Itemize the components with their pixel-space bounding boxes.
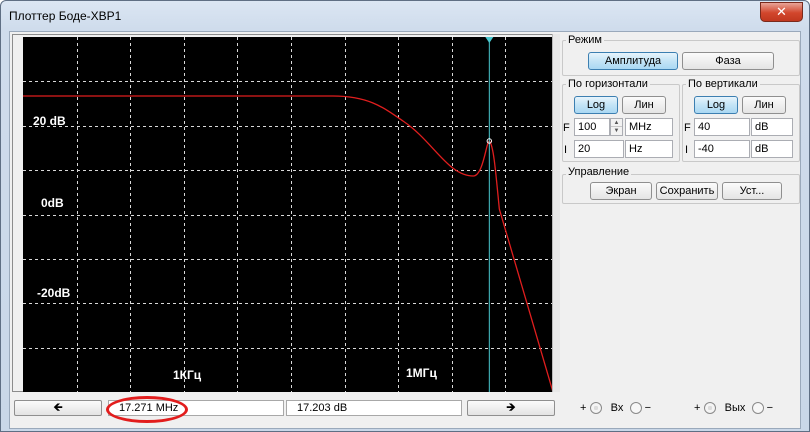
screen-button[interactable]: Экран <box>590 182 652 200</box>
input-terminals: + Вх − <box>580 402 652 415</box>
vertical-final-label: F <box>684 122 691 134</box>
arrow-left-icon: 🡸 <box>53 400 63 414</box>
gain-readout: 17.203 dB <box>286 400 462 416</box>
arrow-right-icon: 🡺 <box>506 400 516 414</box>
close-button[interactable]: ✕ <box>760 2 803 22</box>
plot-scrollbar[interactable] <box>552 34 560 392</box>
spin-down-icon[interactable]: ▼ <box>611 127 622 135</box>
label-minus20db: -20dB <box>37 286 71 300</box>
horizontal-final-spinner[interactable]: ▲ ▼ <box>610 118 623 136</box>
vertical-final-input[interactable]: 40 <box>694 118 750 136</box>
horizontal-final-label: F <box>563 122 570 134</box>
label-20db: 20 dB <box>33 114 66 128</box>
close-icon: ✕ <box>776 4 787 19</box>
control-title: Управление <box>566 166 632 178</box>
horizontal-lin-button[interactable]: Лин <box>622 96 666 114</box>
horizontal-initial-label: I <box>564 144 568 156</box>
output-terminals: + Вых − <box>694 402 774 415</box>
setup-button[interactable]: Уст... <box>722 182 782 200</box>
horizontal-title: По горизонтали <box>566 78 650 90</box>
client-area: 20 dB 0dB -20dB 1КГц 1МГц 🡸 17.271 MHz 1… <box>9 31 801 429</box>
output-minus-label: − <box>766 402 774 414</box>
cursor-bar: 🡸 17.271 MHz 17.203 dB 🡺 <box>12 396 559 423</box>
bode-plotter-window: Плоттер Боде-XBP1 ✕ 20 dB 0dB -20dB 1КГц… <box>0 0 810 432</box>
label-1khz: 1КГц <box>173 368 202 382</box>
input-label: Вх <box>610 402 624 414</box>
output-label: Вых <box>724 402 746 414</box>
input-minus-label: − <box>644 402 652 414</box>
plot-grid <box>23 37 559 392</box>
input-minus-terminal[interactable] <box>629 402 642 415</box>
frequency-value: 17.271 MHz <box>119 402 179 414</box>
cursor-left-button[interactable]: 🡸 <box>14 400 102 416</box>
frequency-readout: 17.271 MHz <box>108 400 284 416</box>
gain-value: 17.203 dB <box>297 402 348 414</box>
input-plus-label: + <box>580 402 587 414</box>
label-0db: 0dB <box>41 196 64 210</box>
vertical-log-button[interactable]: Log <box>694 96 738 114</box>
vertical-title: По вертикали <box>686 78 760 90</box>
bode-plot[interactable]: 20 dB 0dB -20dB 1КГц 1МГц <box>23 37 559 392</box>
horizontal-final-unit[interactable]: MHz <box>625 118 673 136</box>
output-plus-terminal[interactable] <box>703 402 716 415</box>
vertical-initial-label: I <box>685 144 689 156</box>
mode-title: Режим <box>566 34 604 46</box>
save-button[interactable]: Сохранить <box>656 182 718 200</box>
vertical-initial-unit[interactable]: dB <box>751 140 793 158</box>
vertical-initial-input[interactable]: -40 <box>694 140 750 158</box>
window-title: Плоттер Боде-XBP1 <box>9 9 122 23</box>
amplitude-button[interactable]: Амплитуда <box>588 52 678 70</box>
plot-svg: 20 dB 0dB -20dB 1КГц 1МГц <box>23 37 559 392</box>
horizontal-final-input[interactable]: 100 <box>574 118 610 136</box>
vertical-lin-button[interactable]: Лин <box>742 96 786 114</box>
horizontal-initial-unit[interactable]: Hz <box>625 140 673 158</box>
settings-panel: Режим Амплитуда Фаза По горизонтали Log … <box>562 34 800 394</box>
amplitude-trace <box>23 95 554 392</box>
title-bar: Плоттер Боде-XBP1 ✕ <box>1 1 809 29</box>
vertical-final-unit[interactable]: dB <box>751 118 793 136</box>
cursor-right-button[interactable]: 🡺 <box>467 400 555 416</box>
phase-button[interactable]: Фаза <box>682 52 774 70</box>
spin-up-icon[interactable]: ▲ <box>611 119 622 127</box>
cursor-marker-icon[interactable] <box>485 37 494 43</box>
horizontal-log-button[interactable]: Log <box>574 96 618 114</box>
output-plus-label: + <box>694 402 701 414</box>
output-minus-terminal[interactable] <box>751 402 764 415</box>
label-1mhz: 1МГц <box>406 366 437 380</box>
input-plus-terminal[interactable] <box>589 402 602 415</box>
horizontal-initial-input[interactable]: 20 <box>574 140 624 158</box>
